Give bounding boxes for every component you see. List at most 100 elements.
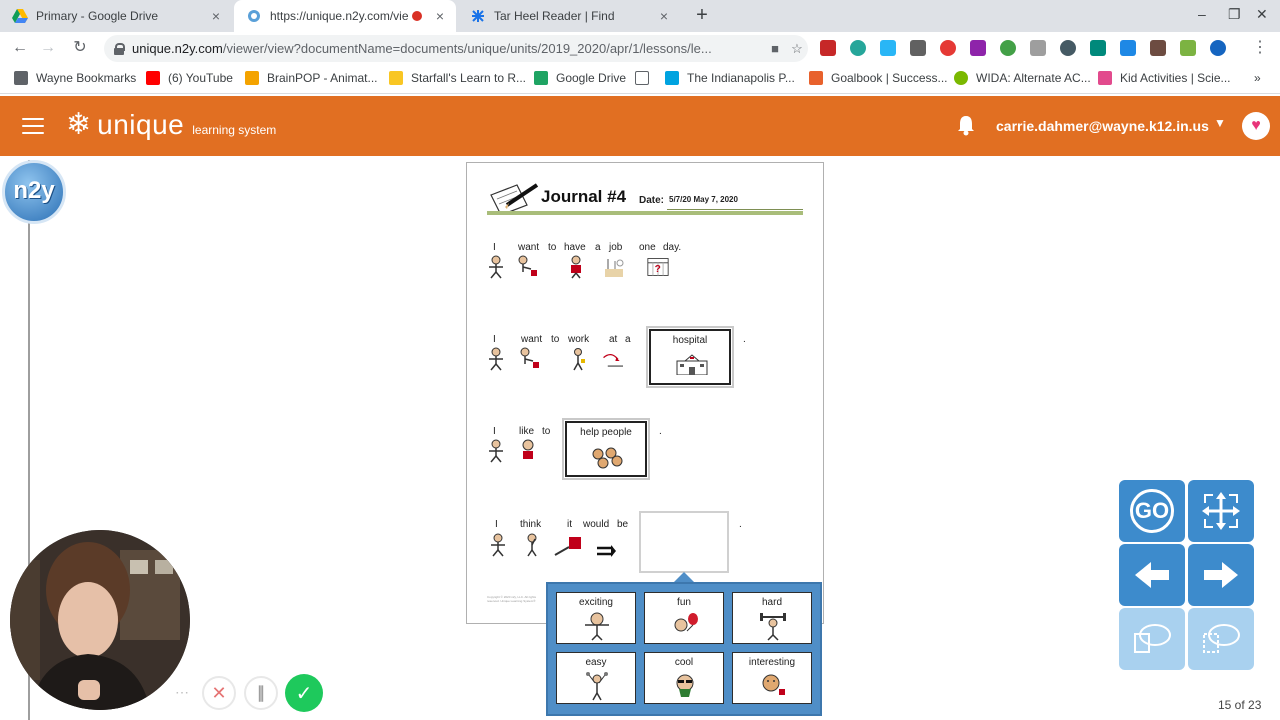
hospital-answer-box[interactable]: hospital — [646, 326, 734, 388]
word: day. — [663, 242, 682, 253]
tab-tar-heel-reader[interactable]: Tar Heel Reader | Find × — [458, 0, 680, 32]
previous-page-button[interactable] — [1119, 544, 1185, 606]
more-options-icon[interactable]: ⋯ — [166, 676, 198, 708]
google-drive-icon — [534, 71, 548, 85]
cancel-recording-button[interactable]: ✕ — [202, 676, 236, 710]
option-fun[interactable]: fun — [644, 592, 724, 644]
close-tab-icon[interactable]: × — [430, 8, 450, 24]
bookmark-item[interactable]: Starfall's Learn to R... — [389, 71, 526, 85]
menu-dots-icon[interactable]: ⋮ — [1250, 38, 1270, 58]
restore-button[interactable]: ❐ — [1228, 6, 1241, 23]
finish-recording-button[interactable]: ✓ — [285, 674, 323, 712]
unique-logo[interactable]: ❄ unique learning system — [66, 108, 276, 142]
bookmark-item[interactable]: (6) YouTube — [146, 71, 233, 85]
address-bar[interactable]: unique.n2y.com/viewer/view?documentName=… — [104, 35, 808, 62]
extension-icon[interactable] — [910, 40, 926, 56]
move-button[interactable] — [1188, 480, 1254, 542]
word: to — [551, 334, 560, 345]
tab-unique-viewer[interactable]: https://unique.n2y.com/vie × — [234, 0, 456, 32]
folder-icon — [14, 71, 28, 85]
word: a — [595, 242, 601, 253]
word: it — [567, 519, 572, 530]
more-bookmarks-button[interactable]: » — [1254, 71, 1261, 85]
answer-options-popup: exciting fun hard easy cool interesting — [546, 582, 822, 716]
hospital-icon — [676, 354, 708, 375]
bookmark-item[interactable]: Goalbook | Success... — [809, 71, 948, 85]
tab-title: Tar Heel Reader | Find — [494, 9, 615, 23]
close-tab-icon[interactable]: × — [654, 8, 674, 24]
think-icon — [527, 533, 537, 557]
calendar-question-icon: ? — [647, 258, 669, 276]
word: like — [519, 426, 535, 437]
extension-icon[interactable] — [1030, 40, 1046, 56]
bookmark-item[interactable]: Google Drive — [534, 71, 626, 85]
help-people-answer-box[interactable]: help people — [562, 418, 650, 480]
tab-google-drive[interactable]: Primary - Google Drive × — [0, 0, 232, 32]
back-icon[interactable]: ← — [10, 38, 30, 58]
dashed-speech-bubble-icon — [1203, 624, 1240, 653]
word: I — [495, 519, 498, 530]
option-easy[interactable]: easy — [556, 652, 636, 704]
bookmark-item[interactable]: Kid Activities | Scie... — [1098, 71, 1231, 85]
go-button[interactable]: GO — [1119, 480, 1185, 542]
bookmark-item[interactable]: The Indianapolis P... — [665, 71, 795, 85]
extension-icon[interactable] — [970, 40, 986, 56]
minimize-button[interactable]: – — [1198, 6, 1206, 22]
selection-bubble-button[interactable] — [1188, 608, 1254, 670]
extension-icon[interactable] — [940, 40, 956, 56]
new-tab-button[interactable]: + — [690, 4, 714, 27]
next-page-button[interactable] — [1188, 544, 1254, 606]
bookmark-item[interactable]: BrainPOP - Animat... — [245, 71, 378, 85]
extension-icon[interactable] — [1180, 40, 1196, 56]
extension-icon[interactable] — [1120, 40, 1136, 56]
close-tab-icon[interactable]: × — [206, 8, 226, 24]
have-icon — [571, 255, 581, 279]
want-icon — [520, 347, 539, 368]
bookmark-item[interactable]: WIDA: Alternate AC... — [954, 71, 1091, 85]
extension-icon[interactable] — [1060, 40, 1076, 56]
want-icon — [518, 255, 537, 276]
close-window-button[interactable]: ✕ — [1256, 6, 1268, 23]
extension-icon[interactable] — [1000, 40, 1016, 56]
bookmark-star-icon[interactable]: ☆ — [786, 41, 808, 57]
helping-people-icon — [592, 447, 623, 469]
word: to — [548, 242, 557, 253]
extension-icon[interactable] — [850, 40, 866, 56]
chevron-down-icon[interactable]: ▼ — [1214, 116, 1226, 130]
reload-icon[interactable]: ↻ — [70, 38, 90, 58]
word: have — [564, 242, 586, 253]
option-hard[interactable]: hard — [732, 592, 812, 644]
tar-heel-reader-icon — [470, 8, 486, 24]
blank-answer-box[interactable] — [639, 511, 729, 573]
notification-bell-icon[interactable] — [956, 114, 976, 136]
pause-recording-button[interactable]: ∥ — [244, 676, 278, 710]
extension-icon[interactable] — [1150, 40, 1166, 56]
n2y-badge[interactable]: n2y — [2, 160, 66, 224]
option-exciting[interactable]: exciting — [556, 592, 636, 644]
word: I — [493, 334, 496, 345]
extension-icon[interactable] — [880, 40, 896, 56]
arrow-left-icon — [1135, 562, 1169, 588]
recording-icon — [412, 11, 422, 21]
extension-icon[interactable] — [1090, 40, 1106, 56]
extension-icon[interactable] — [820, 40, 836, 56]
user-email[interactable]: carrie.dahmer@wayne.k12.in.us — [996, 118, 1209, 134]
bookmark-folder[interactable]: Wayne Bookmarks — [14, 71, 136, 85]
snowflake-icon: ❄ — [66, 108, 92, 141]
bookmark-item[interactable] — [635, 71, 657, 85]
forward-icon[interactable]: → — [38, 38, 58, 58]
word: at — [609, 334, 618, 345]
camera-icon[interactable]: ■ — [764, 41, 786, 56]
word: I — [493, 426, 496, 437]
profile-avatar-icon[interactable] — [1210, 40, 1226, 56]
like-icon — [522, 439, 534, 459]
webcam-bubble[interactable] — [10, 530, 190, 710]
period: . — [659, 426, 662, 437]
option-interesting[interactable]: interesting — [732, 652, 812, 704]
option-cool[interactable]: cool — [644, 652, 724, 704]
speech-bubble-button[interactable] — [1119, 608, 1185, 670]
lock-icon — [114, 42, 125, 55]
heart-icon[interactable]: ♥ — [1242, 112, 1270, 140]
hamburger-menu-icon[interactable] — [22, 118, 44, 134]
equals-arrow-icon — [597, 545, 616, 557]
